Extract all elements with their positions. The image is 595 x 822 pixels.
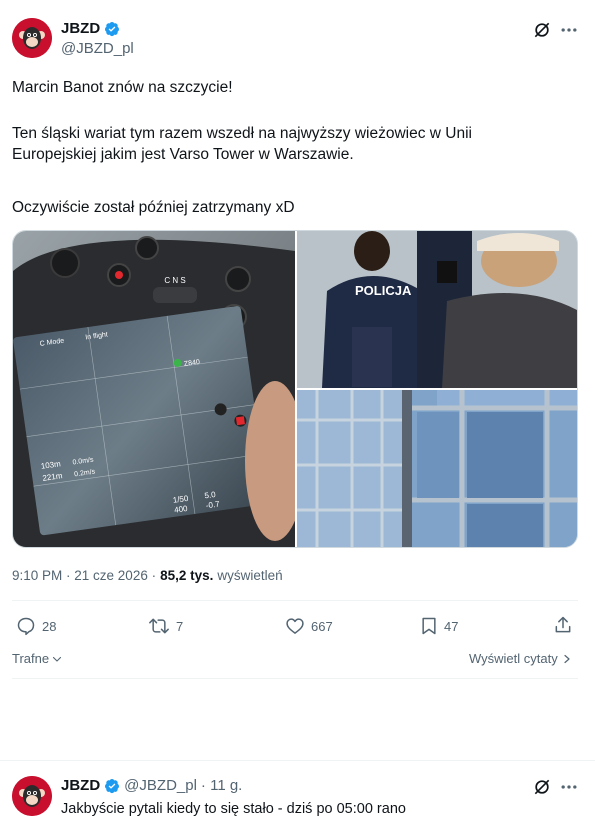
more-dots-icon xyxy=(561,785,577,789)
monkey-logo-icon xyxy=(12,776,52,816)
grok-icon[interactable] xyxy=(532,20,552,40)
heart-icon xyxy=(286,618,304,634)
reply-button[interactable]: 28 xyxy=(16,616,56,636)
monkey-logo-icon xyxy=(12,18,52,58)
reply-icon xyxy=(17,617,35,636)
aperture-label: 5.0 xyxy=(204,490,217,501)
police-officers-image[interactable]: POLICJA xyxy=(297,231,578,388)
verified-badge-icon xyxy=(105,778,120,793)
chevron-down-icon xyxy=(53,656,62,662)
divider xyxy=(0,760,595,761)
views-count: 85,2 tys. xyxy=(160,568,214,583)
like-button[interactable]: 667 xyxy=(285,616,333,636)
share-button[interactable] xyxy=(553,615,573,635)
media-grid[interactable]: C N S C Mode In flight Z840 103m 0.0m/s … xyxy=(12,230,578,548)
views-label: wyświetleń xyxy=(217,568,283,583)
tweet-text-line-3: Oczywiście został później zatrzymany xD xyxy=(12,199,295,216)
reply-author-name[interactable]: JBZD xyxy=(61,777,100,794)
like-count: 667 xyxy=(311,618,333,634)
retweet-button[interactable]: 7 xyxy=(148,616,183,636)
avatar[interactable] xyxy=(12,18,52,58)
cns-label: C N S xyxy=(164,276,185,285)
reply-time[interactable]: · 11 g. xyxy=(201,777,242,794)
more-dots-icon xyxy=(561,28,577,32)
reply-more-options-button[interactable] xyxy=(559,777,579,797)
view-quotes-label: Wyświetl cytaty xyxy=(469,651,558,666)
skyscraper-windows-image[interactable] xyxy=(297,390,578,548)
chevron-right-icon xyxy=(564,654,570,663)
retweet-count: 7 xyxy=(176,618,184,634)
retweet-icon xyxy=(149,618,169,634)
bookmark-icon xyxy=(422,617,436,635)
verified-badge-icon xyxy=(105,21,120,36)
grok-symbol-icon xyxy=(534,779,550,795)
reply-author-handle[interactable]: @JBZD_pl xyxy=(124,777,197,794)
share-icon xyxy=(555,616,571,633)
more-options-button[interactable] xyxy=(559,20,579,40)
view-quotes-link[interactable]: Wyświetl cytaty xyxy=(469,651,572,666)
bookmark-count: 47 xyxy=(444,618,459,634)
tweet-text-line-2: Ten śląski wariat tym razem wszedł na na… xyxy=(12,125,472,163)
divider xyxy=(12,600,578,601)
author-name[interactable]: JBZD xyxy=(61,20,100,37)
reply-text: Jakbyście pytali kiedy to się stało - dz… xyxy=(61,801,406,817)
tweet-text-line-1: Marcin Banot znów na szczycie! xyxy=(12,79,233,96)
author-handle[interactable]: @JBZD_pl xyxy=(61,40,134,57)
reply-count: 28 xyxy=(42,618,57,634)
sort-label: Trafne xyxy=(12,651,50,666)
tweet-timestamp[interactable]: 9:10 PM · 21 cze 2026 · xyxy=(12,568,156,583)
police-vest-text: POLICJA xyxy=(355,283,412,298)
reply-grok-icon[interactable] xyxy=(532,777,552,797)
bookmark-button[interactable]: 47 xyxy=(420,616,458,636)
drone-controller-image[interactable]: C N S C Mode In flight Z840 103m 0.0m/s … xyxy=(13,231,295,548)
divider xyxy=(12,678,578,679)
reply-avatar[interactable] xyxy=(12,776,52,816)
sort-dropdown[interactable]: Trafne xyxy=(12,651,63,666)
iso-label: 400 xyxy=(174,504,189,515)
grok-symbol-icon xyxy=(534,22,550,38)
